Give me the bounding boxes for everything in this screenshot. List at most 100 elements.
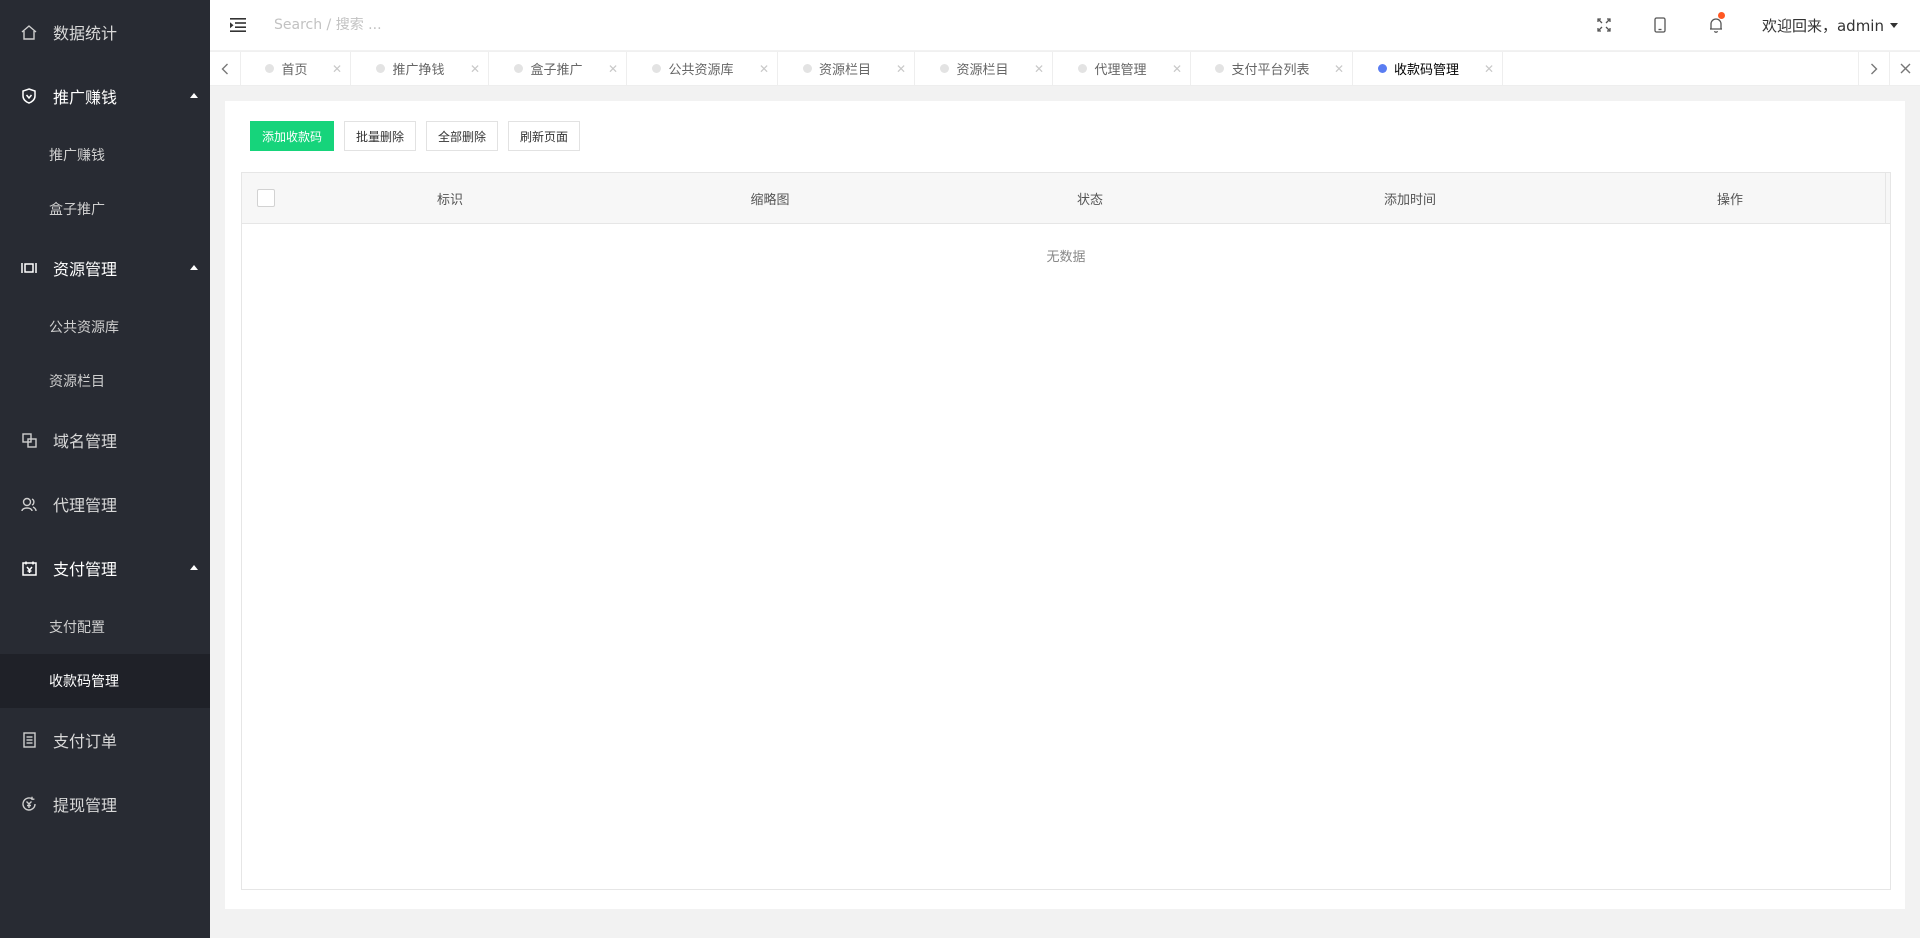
- delete-all-button[interactable]: 全部删除: [426, 121, 499, 151]
- data-table: 标识 缩略图 状态 添加时间 操作 无数据: [241, 172, 1891, 890]
- tab-3[interactable]: 公共资源库 ✕: [627, 52, 778, 85]
- bell-icon[interactable]: [1688, 0, 1744, 50]
- chevron-right-icon: [1871, 63, 1878, 74]
- sidebar-item-label: 数据统计: [53, 24, 118, 43]
- tab-label: 支付平台列表: [1231, 63, 1310, 78]
- column-header-status: 状态: [1076, 192, 1103, 208]
- tab-5[interactable]: 资源栏目 ✕: [915, 52, 1053, 85]
- home-icon: [21, 24, 37, 40]
- tab-status-dot: [652, 64, 662, 73]
- tab-close-icon[interactable]: ✕: [1334, 62, 1344, 76]
- sidebar-item-label: 支付订单: [53, 732, 118, 751]
- tabs-list: 首页 ✕ 推广挣钱 ✕ 盒子推广 ✕ 公共资源库 ✕ 资源栏目 ✕ 资源栏目 ✕ 代理管理 ✕ 支付平台列表…: [241, 52, 1858, 85]
- empty-state-text: 无数据: [1046, 250, 1086, 265]
- sidebar-subitem[interactable]: 资源栏目: [0, 354, 210, 408]
- sidebar-item-4[interactable]: 代理管理: [0, 472, 210, 536]
- menu-toggle-icon[interactable]: [228, 15, 248, 35]
- tab-label: 资源栏目: [956, 63, 1009, 78]
- payment-icon: [21, 560, 37, 576]
- tab-2[interactable]: 盒子推广 ✕: [489, 52, 627, 85]
- fullscreen-icon[interactable]: [1576, 0, 1632, 50]
- refresh-button[interactable]: 刷新页面: [508, 121, 581, 151]
- close-icon: [1900, 63, 1910, 74]
- sidebar-item-0[interactable]: 数据统计: [0, 0, 210, 64]
- sidebar-submenu: 推广赚钱 盒子推广: [0, 128, 210, 236]
- user-menu[interactable]: 欢迎回来，admin: [1744, 15, 1920, 36]
- tab-8[interactable]: 收款码管理 ✕: [1353, 52, 1503, 85]
- tab-close-icon[interactable]: ✕: [1484, 62, 1494, 76]
- tab-6[interactable]: 代理管理 ✕: [1053, 52, 1191, 85]
- tab-close-icon[interactable]: ✕: [759, 62, 769, 76]
- tab-status-dot: [802, 64, 812, 73]
- select-all-checkbox[interactable]: [257, 189, 275, 207]
- sidebar-item-label: 提现管理: [53, 796, 118, 815]
- tab-close-icon[interactable]: ✕: [332, 62, 342, 76]
- caret-down-icon: [1890, 22, 1898, 28]
- tab-label: 首页: [281, 63, 308, 78]
- tab-close-icon[interactable]: ✕: [1172, 62, 1182, 76]
- tabs-close-all-button[interactable]: [1889, 52, 1920, 85]
- sidebar-subitem[interactable]: 盒子推广: [0, 182, 210, 236]
- tab-status-dot: [940, 64, 950, 73]
- sidebar-item-label: 支付管理: [53, 560, 118, 579]
- sidebar-subitem[interactable]: 支付配置: [0, 600, 210, 654]
- main-card: 添加收款码 批量删除 全部删除 刷新页面 标识 缩略图 状态 添加时间 操作 无…: [225, 101, 1905, 909]
- tab-1[interactable]: 推广挣钱 ✕: [351, 52, 489, 85]
- tabs-bar: 首页 ✕ 推广挣钱 ✕ 盒子推广 ✕ 公共资源库 ✕ 资源栏目 ✕ 资源栏目 ✕ 代理管理 ✕ 支付平台列表…: [210, 51, 1920, 86]
- tab-close-icon[interactable]: ✕: [470, 62, 480, 76]
- domain-icon: [21, 432, 37, 448]
- sidebar-item-label: 代理管理: [53, 496, 118, 515]
- tab-close-icon[interactable]: ✕: [1034, 62, 1044, 76]
- tabs-next-button[interactable]: [1858, 52, 1889, 85]
- column-header-actions: 操作: [1716, 192, 1743, 208]
- tab-status-dot: [514, 64, 524, 73]
- tab-label: 代理管理: [1094, 63, 1147, 78]
- welcome-text: 欢迎回来，admin: [1761, 16, 1884, 35]
- sidebar-item-7[interactable]: 提现管理: [0, 772, 210, 836]
- table-header: 标识 缩略图 状态 添加时间 操作: [242, 173, 1890, 224]
- caret-up-icon: [190, 265, 198, 270]
- tab-4[interactable]: 资源栏目 ✕: [778, 52, 915, 85]
- tab-label: 推广挣钱: [392, 63, 445, 78]
- batch-delete-button[interactable]: 批量删除: [344, 121, 417, 151]
- toolbar: 添加收款码 批量删除 全部删除 刷新页面: [250, 121, 590, 151]
- tab-close-icon[interactable]: ✕: [608, 62, 618, 76]
- sidebar-subitem[interactable]: 收款码管理: [0, 654, 210, 708]
- tab-label: 资源栏目: [818, 63, 871, 78]
- mobile-icon[interactable]: [1632, 0, 1688, 50]
- chevron-left-icon: [221, 63, 228, 74]
- withdraw-icon: [21, 796, 37, 812]
- sidebar-item-label: 推广赚钱: [53, 88, 118, 107]
- search-input[interactable]: [274, 17, 574, 33]
- add-qrcode-button[interactable]: 添加收款码: [250, 121, 335, 151]
- tab-label: 盒子推广: [530, 63, 583, 78]
- sidebar-subitem[interactable]: 推广赚钱: [0, 128, 210, 182]
- tab-label: 收款码管理: [1393, 63, 1459, 78]
- tab-close-icon[interactable]: ✕: [896, 62, 906, 76]
- caret-up-icon: [190, 93, 198, 98]
- sidebar-item-3[interactable]: 域名管理: [0, 408, 210, 472]
- sidebar-item-5[interactable]: 支付管理: [0, 536, 210, 600]
- sidebar-submenu: 公共资源库 资源栏目: [0, 300, 210, 408]
- sidebar-item-1[interactable]: 推广赚钱: [0, 64, 210, 128]
- sidebar-item-label: 域名管理: [53, 432, 118, 451]
- column-header-id: 标识: [436, 192, 463, 208]
- order-icon: [21, 732, 37, 748]
- resource-icon: [21, 260, 37, 276]
- sidebar-submenu: 支付配置 收款码管理: [0, 600, 210, 708]
- column-header-thumbnail: 缩略图: [750, 192, 790, 208]
- tabs-prev-button[interactable]: [210, 52, 241, 85]
- sidebar-item-6[interactable]: 支付订单: [0, 708, 210, 772]
- shield-icon: [21, 88, 37, 104]
- tab-status-dot: [1215, 64, 1225, 73]
- tab-label: 公共资源库: [668, 63, 734, 78]
- tab-status-dot: [1078, 64, 1088, 73]
- caret-up-icon: [190, 565, 198, 570]
- header: 欢迎回来，admin: [210, 0, 1920, 50]
- sidebar-item-2[interactable]: 资源管理: [0, 236, 210, 300]
- tab-7[interactable]: 支付平台列表 ✕: [1191, 52, 1353, 85]
- tab-status-dot: [265, 64, 275, 73]
- tab-0[interactable]: 首页 ✕: [241, 52, 351, 85]
- sidebar-subitem[interactable]: 公共资源库: [0, 300, 210, 354]
- sidebar: 数据统计 推广赚钱 推广赚钱 盒子推广 资源管理 公共资源库 资源栏目 域名管理 代理管理 支付管…: [0, 0, 210, 938]
